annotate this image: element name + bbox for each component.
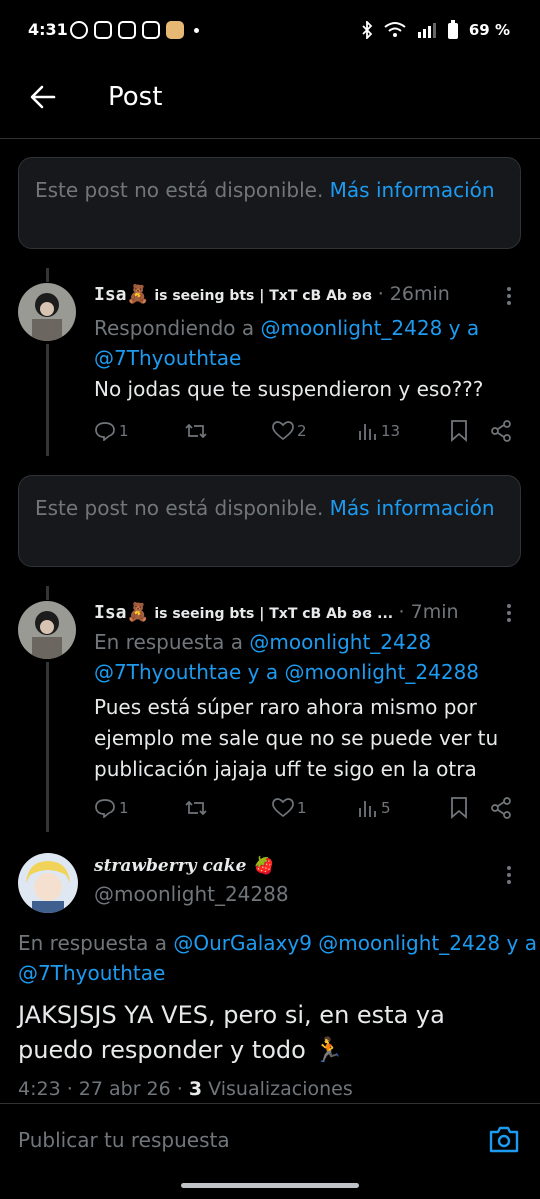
views-icon: [359, 424, 376, 440]
thread-line: [46, 662, 49, 832]
status-time: 4:31: [28, 20, 68, 39]
post-time: · 7min: [398, 601, 459, 623]
more-options-icon[interactable]: [507, 604, 511, 625]
share-icon[interactable]: [490, 797, 512, 819]
author-name[interactable]: strawberry cake 🍓: [94, 856, 274, 876]
reply-composer: Publicar tu respuesta: [0, 1103, 540, 1176]
like-button[interactable]: 1: [272, 798, 307, 818]
views-icon: [359, 801, 376, 817]
reply-author-row: Isa🧸 is seeing bts | TxT cB Ab ʚɞ · 26mi…: [94, 283, 450, 305]
gesture-nav-bar[interactable]: [181, 1183, 359, 1188]
heart-icon: [272, 421, 294, 441]
author-bio-badge: is seeing bts | TxT cB Ab ʚɞ: [154, 288, 373, 304]
notification-icons: [70, 21, 199, 39]
camera-icon[interactable]: [488, 1124, 520, 1154]
avatar[interactable]: [18, 601, 76, 659]
reply-author-row: Isa🧸 is seeing bts | TxT cB Ab ʚɞ ... · …: [94, 601, 459, 623]
unavailable-post-card: Este post no está disponible. Más inform…: [18, 475, 521, 567]
post-text: Pues está súper raro ahora mismo por eje…: [94, 695, 499, 781]
unavailable-text: Este post no está disponible.: [35, 496, 324, 520]
bookmark-icon[interactable]: [450, 420, 468, 442]
bluetooth-icon: [362, 21, 373, 39]
system-icons: 69 %: [361, 20, 510, 40]
author-handle[interactable]: @moonlight_24288: [94, 882, 289, 906]
reply-context: En respuesta a @moonlight_2428 @7Thyouth…: [94, 630, 480, 684]
author-bio-badge: is seeing bts | TxT cB Ab ʚɞ ...: [154, 606, 394, 622]
wifi-icon: [384, 22, 406, 37]
back-arrow-icon[interactable]: [28, 82, 58, 112]
comment-icon: [95, 799, 115, 818]
more-notifications-dot: [194, 27, 199, 33]
more-info-link[interactable]: Más información: [330, 178, 495, 202]
more-info-link[interactable]: Más información: [330, 496, 495, 520]
instagram-icon: [94, 21, 112, 39]
bookmark-icon[interactable]: [450, 797, 468, 819]
app-notification-icon: [166, 21, 184, 39]
views-button[interactable]: 5: [358, 798, 391, 818]
thread-line: [46, 586, 49, 600]
unavailable-post-card: Este post no está disponible. Más inform…: [18, 157, 521, 249]
post-meta: 4:23 · 27 abr 26 · 3 Visualizaciones: [18, 1078, 353, 1100]
more-options-icon[interactable]: [507, 866, 511, 887]
comment-icon: [95, 422, 115, 441]
unavailable-text: Este post no está disponible.: [35, 178, 324, 202]
action-bar: 1 1 5: [94, 795, 524, 821]
instagram-icon: [142, 21, 160, 39]
views-label[interactable]: Visualizaciones: [208, 1078, 353, 1100]
like-button[interactable]: 2: [272, 421, 307, 441]
instagram-icon: [118, 21, 136, 39]
post-text: No jodas que te suspendieron y eso???: [94, 377, 484, 401]
status-bar: 4:31 69 %: [0, 0, 540, 62]
reply-input[interactable]: Publicar tu respuesta: [18, 1128, 230, 1152]
reply-context: Respondiendo a @moonlight_2428 y a @7Thy…: [94, 316, 480, 370]
thread-line: [46, 268, 49, 282]
battery-level: 69 %: [468, 21, 510, 39]
reply-button[interactable]: 1: [94, 421, 129, 441]
action-bar: 1 2 13: [94, 418, 524, 444]
views-count: 3: [188, 1078, 203, 1100]
share-icon[interactable]: [490, 420, 512, 442]
heart-icon: [272, 798, 294, 818]
more-options-icon[interactable]: [507, 287, 511, 308]
repost-icon: [185, 423, 207, 439]
repost-button[interactable]: [184, 421, 208, 441]
signal-icon: [417, 23, 436, 38]
battery-icon: [447, 20, 458, 39]
author-name[interactable]: Isa🧸: [94, 602, 149, 623]
whatsapp-icon: [70, 21, 88, 39]
post-text: JAKSJSJS YA VES, pero si, en esta ya pue…: [18, 1001, 445, 1064]
thread-line: [46, 344, 49, 456]
repost-button[interactable]: [184, 798, 208, 818]
post-time: · 26min: [377, 283, 450, 305]
author-name[interactable]: Isa🧸: [94, 284, 149, 305]
reply-button[interactable]: 1: [94, 798, 129, 818]
top-bar: Post: [0, 62, 540, 139]
views-button[interactable]: 13: [358, 421, 400, 441]
post-timestamp: 4:23 · 27 abr 26 ·: [18, 1078, 189, 1100]
avatar[interactable]: [18, 283, 76, 341]
page-title: Post: [108, 82, 163, 112]
repost-icon: [185, 800, 207, 816]
reply-context: En respuesta a @OurGalaxy9 @moonlight_24…: [18, 931, 537, 985]
avatar[interactable]: [18, 853, 78, 913]
